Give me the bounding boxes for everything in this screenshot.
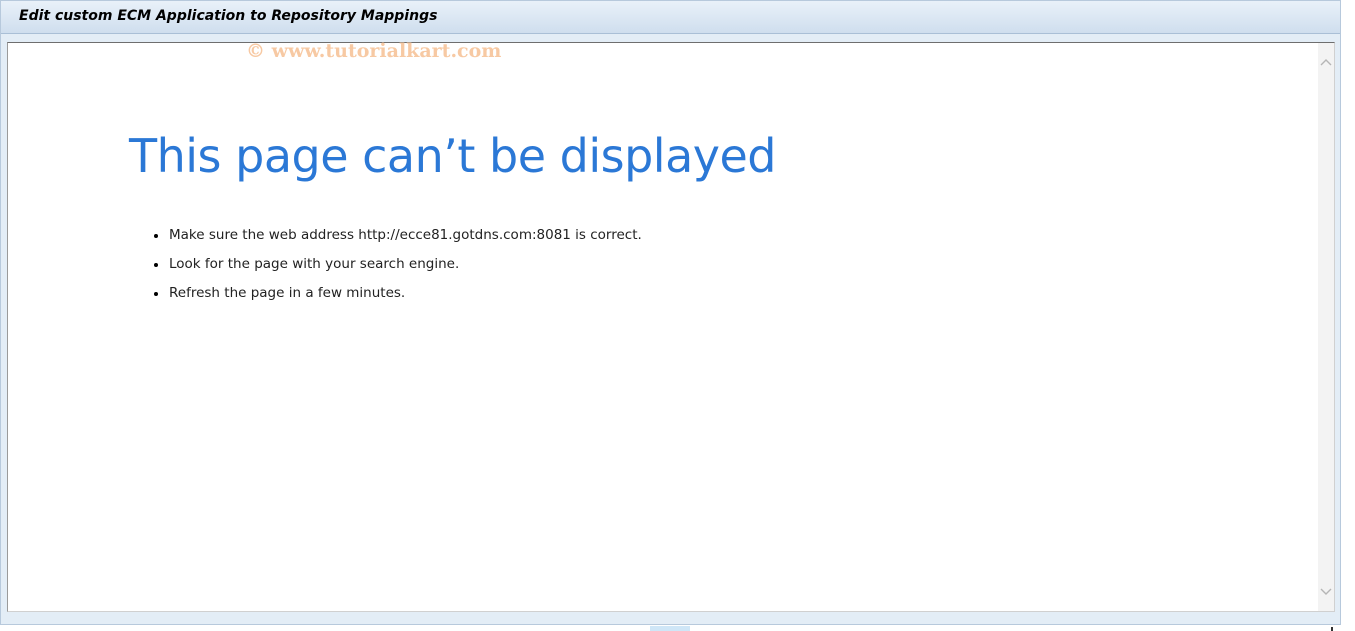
suggestion-text: Look for the page with your search engin…: [169, 256, 460, 272]
list-item: Refresh the page in a few minutes.: [153, 283, 642, 312]
suggestion-list: Make sure the web address http://ecce81.…: [153, 225, 642, 312]
error-heading: This page can’t be displayed: [129, 129, 777, 183]
window-title: Edit custom ECM Application to Repositor…: [19, 8, 438, 24]
suggestion-text: Refresh the page in a few minutes.: [169, 285, 406, 301]
embedded-browser-frame[interactable]: This page can’t be displayed Make sure t…: [7, 42, 1335, 612]
dialog-window: Edit custom ECM Application to Repositor…: [0, 0, 1341, 625]
bullet-icon: [154, 234, 158, 238]
vertical-scrollbar[interactable]: [1318, 43, 1334, 611]
list-item: Make sure the web address http://ecce81.…: [153, 225, 642, 254]
watermark: © www.tutorialkart.com: [246, 40, 502, 62]
title-bar: Edit custom ECM Application to Repositor…: [1, 1, 1340, 34]
chevron-up-icon[interactable]: [1320, 57, 1332, 69]
suggestion-text: Make sure the web address http://ecce81.…: [169, 227, 642, 243]
chevron-down-icon[interactable]: [1320, 585, 1332, 597]
bullet-icon: [154, 292, 158, 296]
status-indicator: [650, 626, 690, 631]
list-item: Look for the page with your search engin…: [153, 254, 642, 283]
bullet-icon: [154, 263, 158, 267]
resize-grip-icon: [1331, 627, 1333, 631]
